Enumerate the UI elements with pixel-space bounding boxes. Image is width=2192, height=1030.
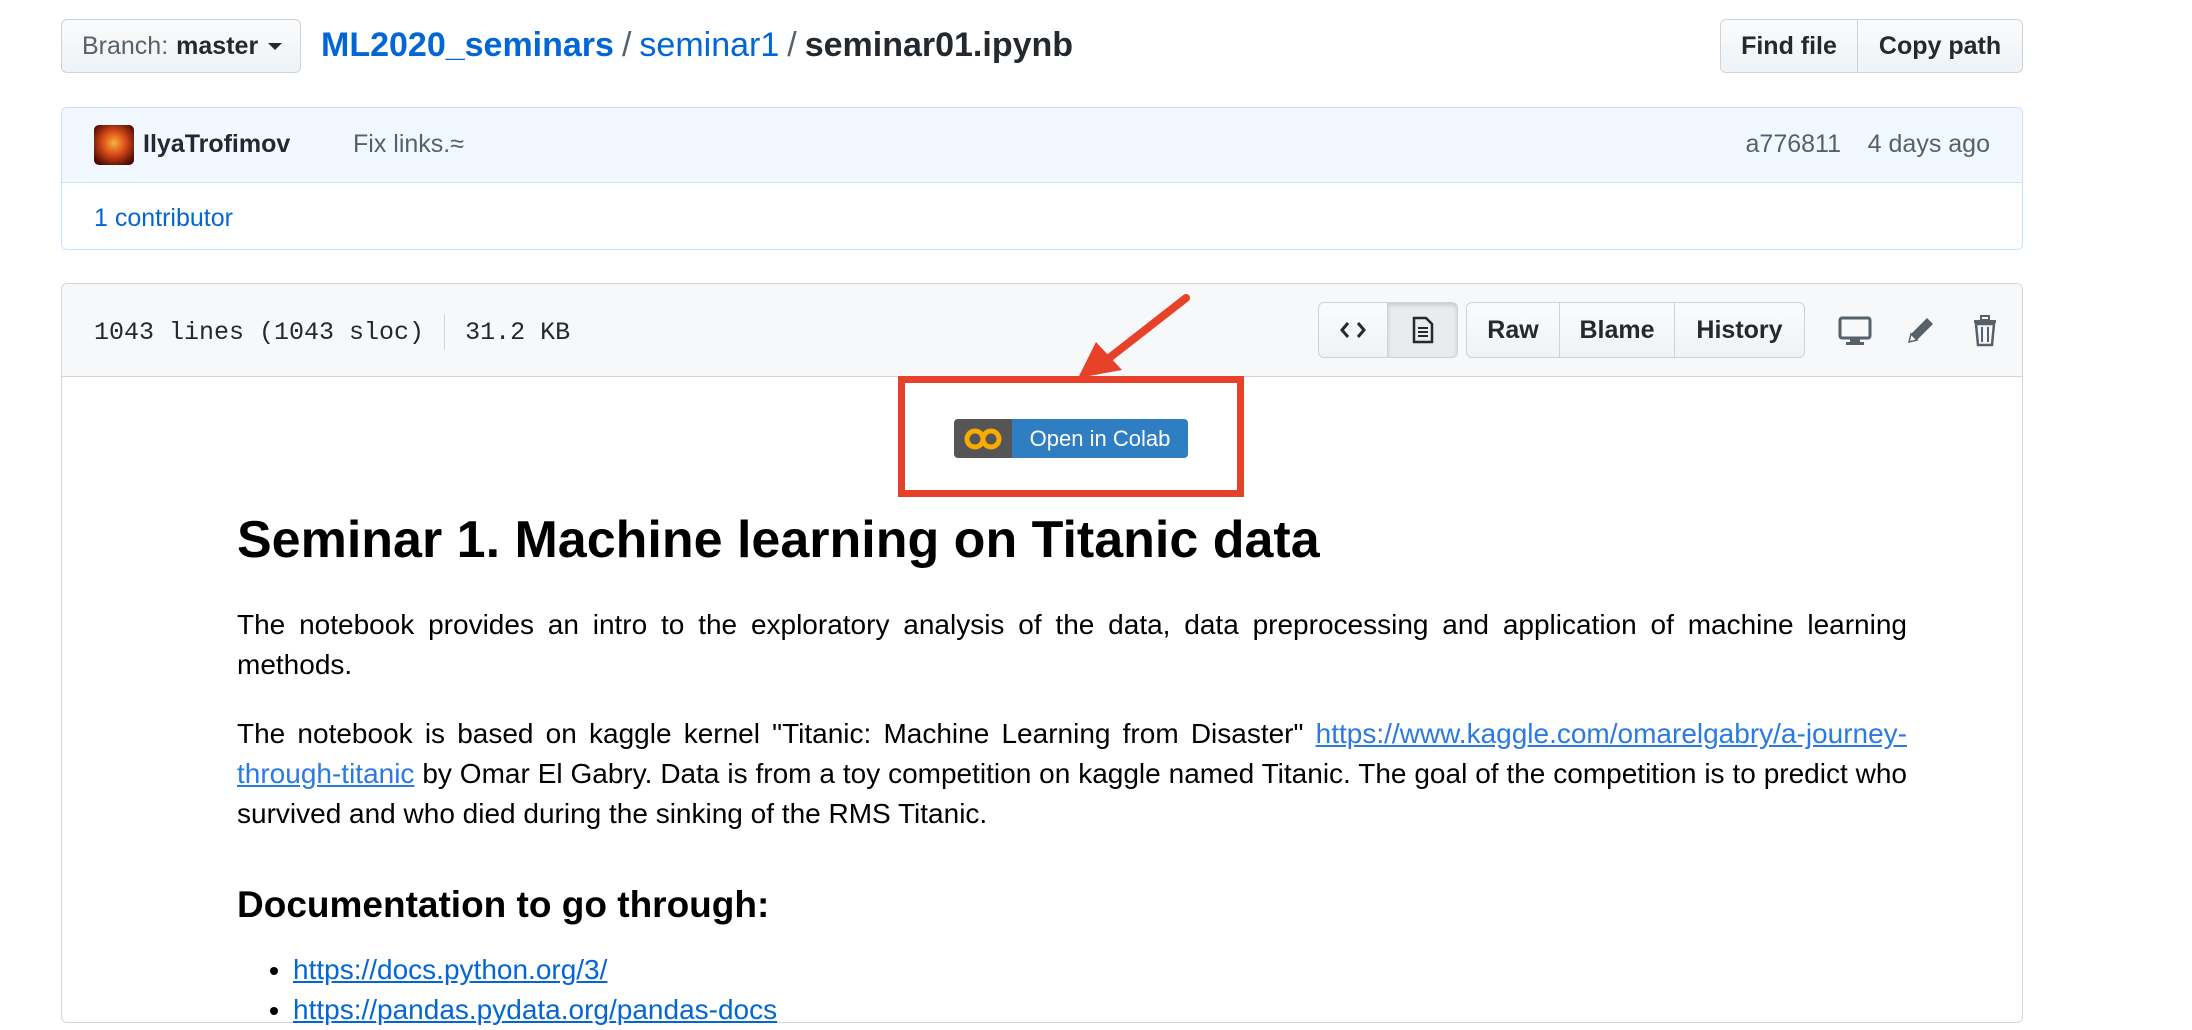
- file-actions: Find file Copy path: [1720, 19, 2023, 73]
- branch-selector[interactable]: Branch: master: [61, 19, 301, 73]
- code-icon: [1340, 322, 1366, 338]
- file-lines: 1043 lines (1043 sloc): [94, 317, 425, 347]
- commit-message[interactable]: Fix links.≈: [353, 130, 464, 159]
- raw-button[interactable]: Raw: [1466, 302, 1560, 358]
- commit-box: IlyaTrofimov Fix links.≈ a776811 4 days …: [61, 107, 2023, 250]
- intro-paragraph: The notebook provides an intro to the ex…: [237, 609, 1907, 680]
- trash-icon[interactable]: [1967, 312, 2003, 348]
- list-item: https://pandas.pydata.org/pandas-docs: [293, 990, 777, 1030]
- source-text-after: by Omar El Gabry. Data is from a toy com…: [237, 758, 1907, 829]
- desktop-icon[interactable]: [1837, 312, 1873, 348]
- commit-tease: IlyaTrofimov Fix links.≈ a776811 4 days …: [62, 108, 2022, 183]
- docs-heading: Documentation to go through:: [237, 884, 770, 925]
- commit-author[interactable]: IlyaTrofimov: [143, 130, 290, 159]
- python-docs-link[interactable]: https://docs.python.org/3/: [293, 954, 607, 985]
- file-info: 1043 lines (1043 sloc) 31.2 KB: [94, 314, 570, 350]
- commit-time: 4 days ago: [1867, 130, 1990, 158]
- list-item: https://docs.python.org/3/: [293, 950, 777, 990]
- file-info-divider: [444, 314, 446, 350]
- breadcrumb-separator: /: [787, 26, 797, 64]
- view-toggle: [1318, 302, 1458, 358]
- branch-name: master: [176, 31, 259, 60]
- avatar[interactable]: [94, 125, 134, 165]
- source-paragraph: The notebook is based on kaggle kernel "…: [237, 714, 1907, 834]
- ellipsis-expander[interactable]: ≈: [450, 130, 464, 158]
- breadcrumb-file: seminar01.ipynb: [804, 26, 1074, 64]
- source-view-button[interactable]: [1318, 302, 1388, 358]
- arrow-annotation-icon: [1078, 294, 1190, 378]
- source-text-before: The notebook is based on kaggle kernel "…: [237, 718, 1316, 749]
- file-size: 31.2 KB: [465, 317, 571, 347]
- history-button[interactable]: History: [1675, 302, 1805, 358]
- breadcrumb: ML2020_seminars / seminar1/seminar01.ipynb: [321, 26, 1073, 65]
- copy-path-button[interactable]: Copy path: [1858, 19, 2023, 73]
- notebook-title: Seminar 1. Machine learning on Titanic d…: [237, 511, 1320, 569]
- blame-button[interactable]: Blame: [1560, 302, 1675, 358]
- file-header: 1043 lines (1043 sloc) 31.2 KB Raw Blame…: [62, 284, 2022, 377]
- rendered-view-button[interactable]: [1388, 302, 1458, 358]
- pandas-docs-link[interactable]: https://pandas.pydata.org/pandas-docs: [293, 994, 777, 1025]
- breadcrumb-dir-link[interactable]: seminar1: [639, 26, 779, 64]
- contributors-link[interactable]: 1 contributor: [94, 204, 233, 233]
- branch-prefix: Branch:: [82, 31, 169, 60]
- commit-message-text[interactable]: Fix links.: [353, 130, 450, 158]
- raw-blame-history: Raw Blame History: [1466, 302, 1805, 358]
- breadcrumb-repo-link[interactable]: ML2020_seminars: [321, 26, 614, 64]
- caret-down-icon: [268, 42, 283, 50]
- breadcrumb-separator: /: [621, 26, 632, 64]
- pencil-icon[interactable]: [1903, 312, 1939, 348]
- commit-sha[interactable]: a776811: [1746, 130, 1841, 159]
- file-text-icon: [1412, 316, 1433, 344]
- find-file-button[interactable]: Find file: [1720, 19, 1858, 73]
- docs-list: https://docs.python.org/3/ https://panda…: [237, 950, 777, 1030]
